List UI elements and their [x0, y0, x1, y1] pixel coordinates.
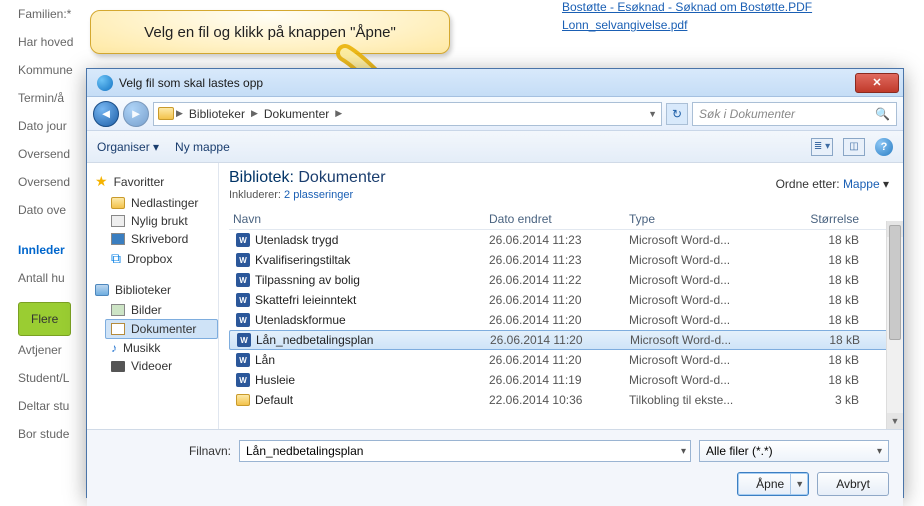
link-lonn[interactable]: Lonn_selvangivelse.pdf: [562, 18, 812, 32]
folder-icon: [111, 197, 125, 209]
filename-label: Filnavn:: [101, 444, 231, 458]
word-icon: W: [237, 333, 251, 347]
pictures-icon: [111, 304, 125, 316]
dialog-footer: Filnavn: Lån_nedbetalingsplan▾ Alle file…: [87, 429, 903, 506]
nav-dropbox[interactable]: ⧉Dropbox: [95, 248, 218, 269]
folder-icon: [236, 394, 250, 406]
nav-desktop[interactable]: Skrivebord: [95, 230, 218, 248]
nav-recent[interactable]: Nylig brukt: [95, 212, 218, 230]
file-list: WUtenladsk trygd26.06.2014 11:23Microsof…: [229, 230, 893, 410]
filename-input[interactable]: Lån_nedbetalingsplan▾: [239, 440, 691, 462]
file-row[interactable]: WUtenladsk trygd26.06.2014 11:23Microsof…: [229, 230, 893, 250]
refresh-button[interactable]: ↻: [666, 103, 688, 125]
dropbox-icon: ⧉: [111, 250, 121, 267]
organize-menu[interactable]: Organiser ▾: [97, 140, 159, 154]
folder-icon: [158, 107, 174, 120]
open-split[interactable]: ▼: [790, 473, 808, 495]
word-icon: W: [236, 313, 250, 327]
file-row[interactable]: WHusleie26.06.2014 11:19Microsoft Word-d…: [229, 370, 893, 390]
favorites-header[interactable]: ★Favoritter: [95, 173, 218, 190]
word-icon: W: [236, 233, 250, 247]
help-icon[interactable]: ?: [875, 138, 893, 156]
word-icon: W: [236, 353, 250, 367]
flere-button[interactable]: Flere: [18, 302, 71, 336]
file-row[interactable]: Default22.06.2014 10:36Tilkobling til ek…: [229, 390, 893, 410]
desktop-icon: [111, 233, 125, 245]
file-row[interactable]: WTilpassning av bolig26.06.2014 11:22Mic…: [229, 270, 893, 290]
column-headers[interactable]: Navn Dato endret Type Størrelse: [229, 209, 893, 230]
breadcrumb[interactable]: ▶ Biblioteker ▶ Dokumenter ▶ ▼: [153, 102, 662, 126]
forward-button[interactable]: ►: [123, 101, 149, 127]
view-options-button[interactable]: ≣ ▾: [811, 138, 833, 156]
word-icon: W: [236, 273, 250, 287]
ie-icon: [97, 75, 113, 91]
cancel-button[interactable]: Avbryt: [817, 472, 889, 496]
toolbar: Organiser ▾ Ny mappe ≣ ▾ ◫ ?: [87, 131, 903, 163]
scrollbar[interactable]: ▲ ▼: [886, 221, 903, 429]
help-callout: Velg en fil og klikk på knappen "Åpne": [90, 10, 450, 54]
link-bostotte[interactable]: Bostøtte - Esøknad - Søknad om Bostøtte.…: [562, 0, 812, 14]
nav-videos[interactable]: Videoer: [95, 357, 218, 375]
search-input[interactable]: Søk i Dokumenter 🔍: [692, 102, 897, 126]
nav-music[interactable]: ♪Musikk: [95, 339, 218, 357]
dialog-title: Velg fil som skal lastes opp: [119, 76, 855, 90]
locations-link[interactable]: 2 plasseringer: [284, 189, 353, 201]
file-row[interactable]: WSkattefri leieinntekt26.06.2014 11:20Mi…: [229, 290, 893, 310]
nav-downloads[interactable]: Nedlastinger: [95, 194, 218, 212]
file-row[interactable]: WLån26.06.2014 11:20Microsoft Word-d...1…: [229, 350, 893, 370]
video-icon: [111, 361, 125, 372]
music-icon: ♪: [111, 341, 117, 355]
file-row[interactable]: WUtenladskformue26.06.2014 11:20Microsof…: [229, 310, 893, 330]
documents-icon: [111, 323, 125, 335]
search-icon: 🔍: [875, 107, 890, 121]
scroll-thumb[interactable]: [889, 225, 901, 340]
recent-icon: [111, 215, 125, 227]
scroll-down[interactable]: ▼: [887, 413, 903, 429]
file-row[interactable]: WLån_nedbetalingsplan26.06.2014 11:20Mic…: [229, 330, 893, 350]
nav-pictures[interactable]: Bilder: [95, 301, 218, 319]
file-row[interactable]: WKvalifiseringstiltak26.06.2014 11:23Mic…: [229, 250, 893, 270]
new-folder-button[interactable]: Ny mappe: [175, 140, 230, 154]
attachment-links: Bostøtte - Esøknad - Søknad om Bostøtte.…: [562, 0, 812, 36]
libraries-header[interactable]: Biblioteker: [95, 283, 218, 297]
close-button[interactable]: ✕: [855, 73, 899, 93]
nav-documents[interactable]: Dokumenter: [105, 319, 218, 339]
word-icon: W: [236, 373, 250, 387]
filetype-select[interactable]: Alle filer (*.*)▾: [699, 440, 889, 462]
titlebar[interactable]: Velg fil som skal lastes opp ✕: [87, 69, 903, 97]
word-icon: W: [236, 293, 250, 307]
address-bar: ◄ ► ▶ Biblioteker ▶ Dokumenter ▶ ▼ ↻ Søk…: [87, 97, 903, 131]
open-button[interactable]: Åpne▼: [737, 472, 809, 496]
file-open-dialog: Velg fil som skal lastes opp ✕ ◄ ► ▶ Bib…: [86, 68, 904, 498]
back-button[interactable]: ◄: [93, 101, 119, 127]
navigation-pane: ★Favoritter Nedlastinger Nylig brukt Skr…: [87, 163, 219, 429]
order-by[interactable]: Ordne etter: Mappe ▾: [776, 177, 889, 191]
background-form: Familien:* Har hoved Kommune Termin/å Da…: [18, 0, 73, 448]
word-icon: W: [236, 253, 250, 267]
library-icon: [95, 284, 109, 296]
file-list-pane: Bibliotek: Dokumenter Inkluderer: 2 plas…: [219, 163, 903, 429]
preview-pane-button[interactable]: ◫: [843, 138, 865, 156]
star-icon: ★: [95, 173, 108, 190]
